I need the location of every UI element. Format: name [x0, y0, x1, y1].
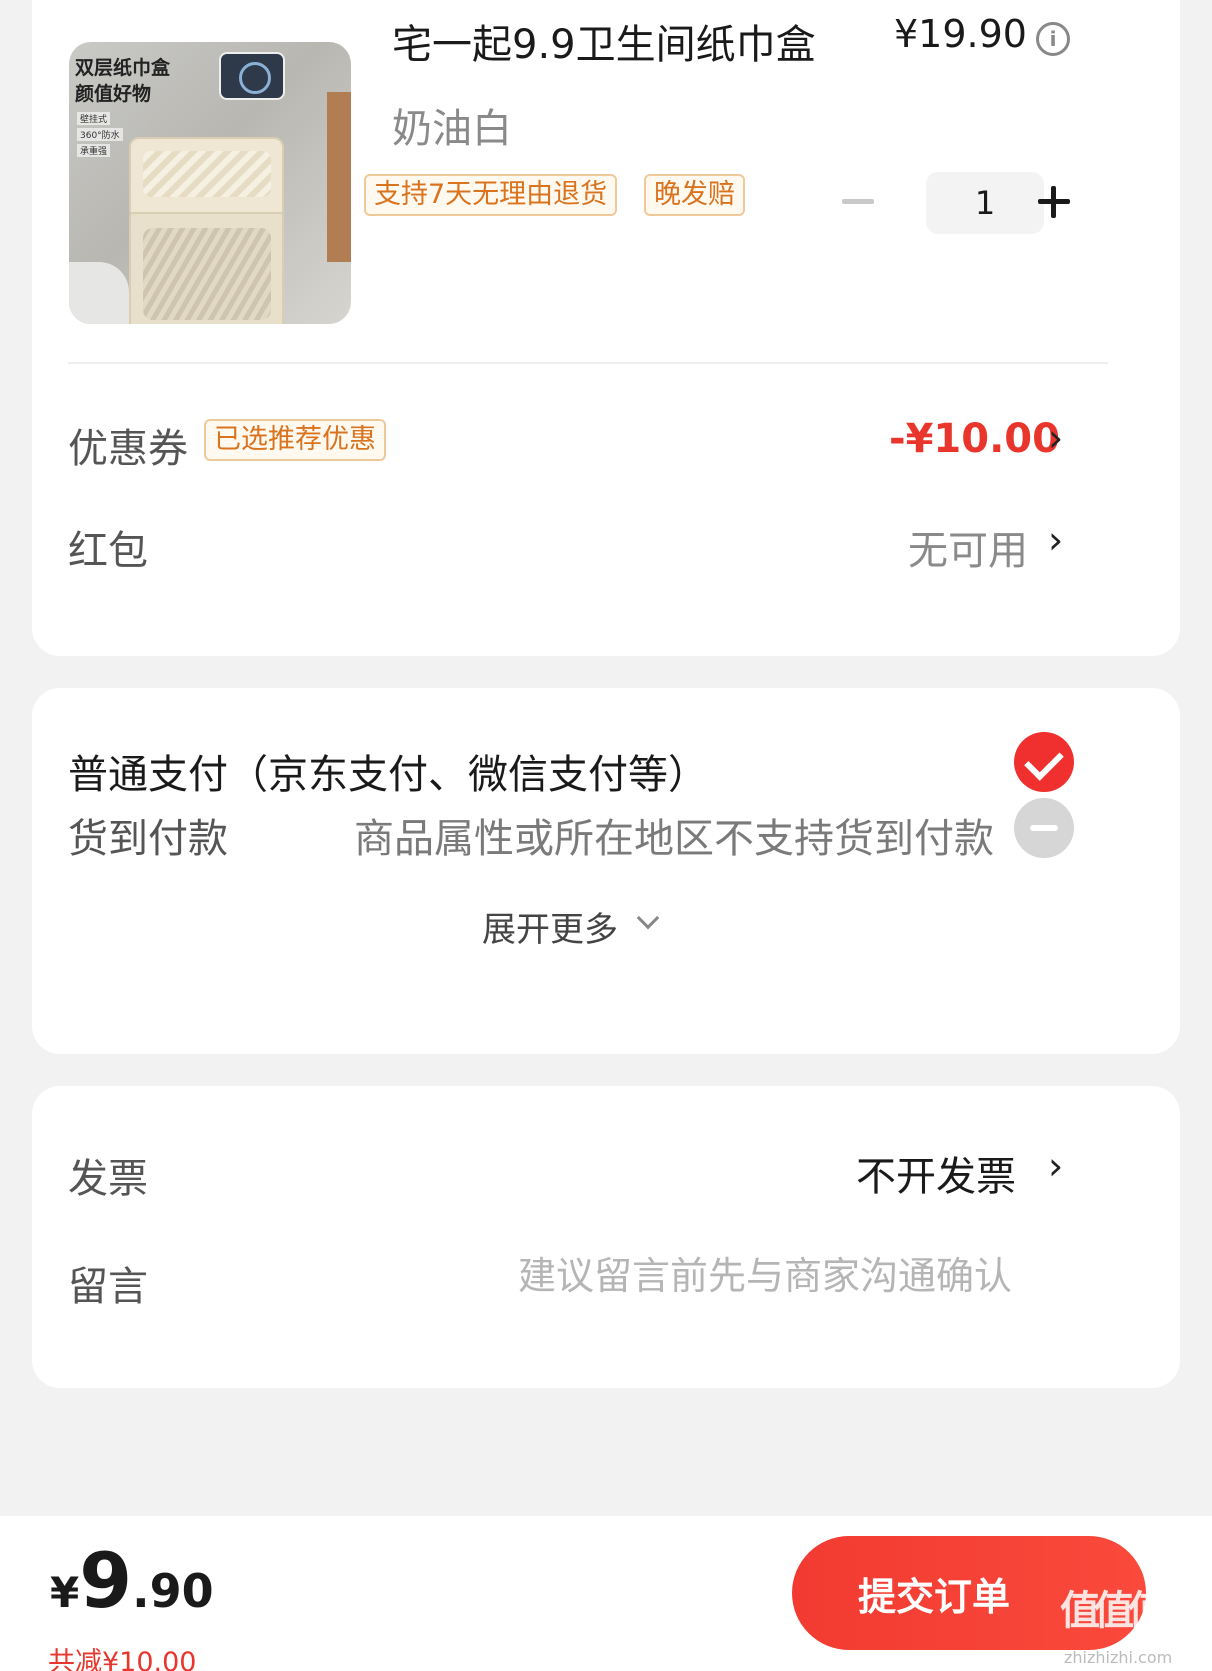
divider: [68, 362, 1108, 364]
note-input[interactable]: [392, 1246, 1012, 1306]
checkout-bar: ¥9.90 共减¥10.00 提交订单 值值值 zhizhizhi.com: [0, 1516, 1212, 1671]
phone-shape: [219, 52, 285, 100]
invoice-label: 发票: [68, 1156, 148, 1202]
return-policy-tag: 支持7天无理由退货: [364, 174, 618, 216]
normal-payment-option[interactable]: 普通支付（京东支付、微信支付等）: [68, 742, 708, 800]
red-packet-chevron-icon[interactable]: ›: [1048, 518, 1063, 562]
red-packet-label: 红包: [68, 528, 148, 574]
image-caption-1: 双层纸巾盒: [75, 57, 171, 79]
tissue-box-top: [129, 137, 284, 215]
checked-icon[interactable]: [1014, 732, 1074, 792]
late-delivery-tag: 晚发赔: [644, 174, 745, 216]
invoice-note-card: 发票 不开发票 › 留言: [32, 1086, 1180, 1388]
red-packet-value[interactable]: 无可用: [908, 518, 1028, 576]
tissue-box-bottom: [129, 212, 284, 324]
coupon-value[interactable]: -¥10.00: [889, 416, 1060, 462]
image-tag: 承重强: [77, 144, 111, 157]
product-image[interactable]: 双层纸巾盒 颜值好物 壁挂式 360°防水 承重强: [69, 42, 351, 324]
info-icon[interactable]: i: [1036, 22, 1070, 56]
quantity-input[interactable]: 1: [926, 172, 1044, 234]
watermark-url: zhizhizhi.com: [1064, 1648, 1173, 1667]
product-price: ¥19.90: [894, 12, 1027, 56]
disabled-icon: [1014, 798, 1074, 858]
total-integer: 9: [79, 1536, 133, 1625]
invoice-chevron-icon[interactable]: ›: [1048, 1144, 1063, 1188]
invoice-value[interactable]: 不开发票: [856, 1144, 1016, 1202]
product-card: 双层纸巾盒 颜值好物 壁挂式 360°防水 承重强 宅一起9.9卫生间纸巾盒 ¥…: [32, 0, 1180, 656]
quantity-minus-button[interactable]: [842, 199, 874, 204]
total-decimal: .90: [132, 1564, 214, 1618]
watermark-logo: 值值值: [1060, 1588, 1168, 1634]
image-tag: 壁挂式: [77, 112, 111, 125]
product-spec: 奶油白: [392, 106, 512, 152]
quantity-plus-button[interactable]: [1034, 182, 1074, 222]
note-label: 留言: [68, 1264, 148, 1310]
wood-panel: [327, 92, 351, 262]
cod-option-label: 货到付款: [68, 816, 228, 862]
currency-symbol: ¥: [50, 1568, 80, 1617]
image-tag: 360°防水: [77, 128, 123, 141]
expand-more-button[interactable]: 展开更多: [482, 902, 618, 951]
total-discount: 共减¥10.00: [48, 1647, 197, 1671]
cod-unavailable-note: 商品属性或所在地区不支持货到付款: [354, 816, 994, 862]
sink-shape: [69, 262, 129, 324]
coupon-label: 优惠券: [68, 426, 188, 472]
payment-card: 普通支付（京东支付、微信支付等） 货到付款 商品属性或所在地区不支持货到付款 展…: [32, 688, 1180, 1054]
product-title[interactable]: 宅一起9.9卫生间纸巾盒: [392, 12, 816, 70]
coupon-chevron-icon[interactable]: ›: [1048, 416, 1063, 460]
chevron-down-icon[interactable]: [636, 906, 660, 930]
image-caption-2: 颜值好物: [75, 83, 152, 105]
total-price: ¥9.90: [50, 1536, 214, 1625]
coupon-selected-tag: 已选推荐优惠: [204, 419, 386, 461]
